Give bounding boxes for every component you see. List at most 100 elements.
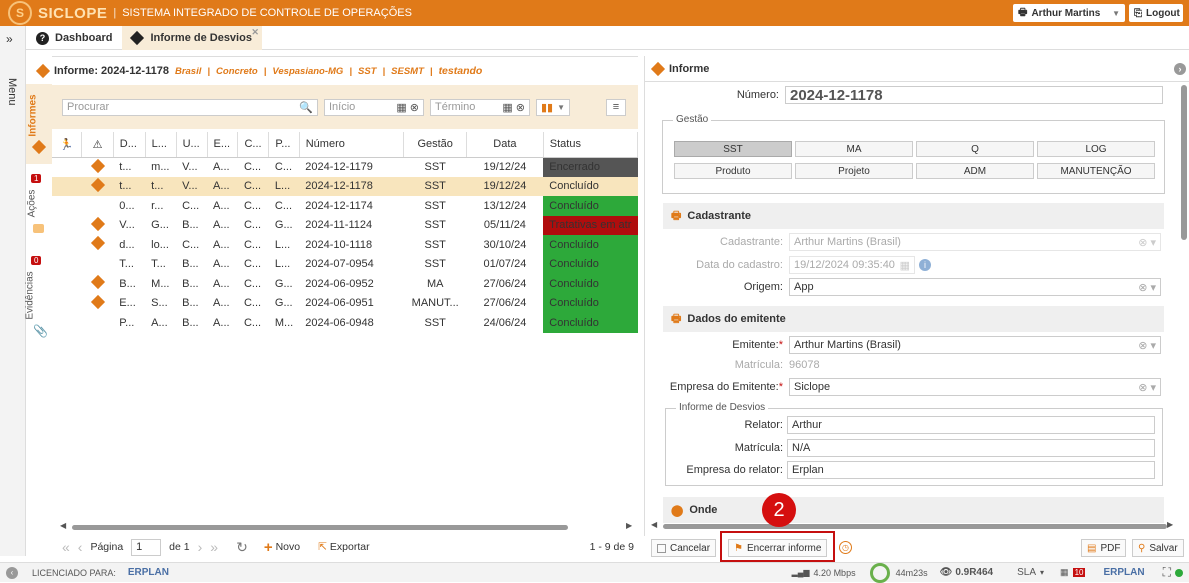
col-gestao[interactable]: Gestão xyxy=(403,132,468,158)
col-numero[interactable]: Número xyxy=(299,132,405,158)
collapse-left-icon[interactable]: ‹ xyxy=(6,566,18,579)
gestao-option-button[interactable]: Q xyxy=(916,141,1034,157)
vtab-informes[interactable]: Informes xyxy=(26,84,52,164)
clear-icon[interactable]: ⊗ ▾ xyxy=(1138,339,1156,352)
close-tab-icon[interactable]: ✕ xyxy=(251,27,259,38)
tab-dashboard[interactable]: ? Dashboard xyxy=(26,26,122,50)
gestao-option-button[interactable]: MA xyxy=(795,141,913,157)
last-page-icon[interactable]: » xyxy=(210,539,218,555)
user-menu-button[interactable]: 🖶 Arthur Martins ▼ xyxy=(1013,4,1125,22)
first-page-icon[interactable]: « xyxy=(62,539,70,555)
col-flag[interactable]: 🏃 xyxy=(52,132,83,158)
informe-title: Informe: 2024-12-1178 xyxy=(54,65,169,77)
table-row[interactable]: B... M... B... A... C... G... 2024-06-0952 MA 27… xyxy=(52,274,638,294)
col-p[interactable]: P... xyxy=(268,132,300,158)
section-dados-emitente[interactable]: 🖶 Dados do emitente xyxy=(663,306,1164,332)
vertical-scrollbar[interactable] xyxy=(1181,85,1187,240)
export-button[interactable]: ⇱ Exportar xyxy=(318,541,370,553)
detail-horizontal-scrollbar[interactable] xyxy=(663,524,1167,529)
chevron-down-icon[interactable]: ▾ xyxy=(1040,568,1044,577)
scroll-right-icon[interactable]: ▶ xyxy=(1167,520,1173,529)
grid-icon[interactable]: ▦ xyxy=(1060,567,1069,578)
location-pin-icon: ⬤ xyxy=(671,504,684,517)
horizontal-scrollbar[interactable] xyxy=(72,525,568,530)
col-data[interactable]: Data xyxy=(466,132,544,158)
section-onde[interactable]: ⬤ Onde xyxy=(663,497,1164,523)
gestao-option-button[interactable]: MANUTENÇÃO xyxy=(1037,163,1155,179)
cell-l: G... xyxy=(151,219,169,232)
gestao-option-button[interactable]: Projeto xyxy=(795,163,913,179)
detail-header: Informe › xyxy=(645,56,1189,82)
cell-e: A... xyxy=(213,238,230,251)
table-row[interactable]: t... t... V... A... C... L... 2024-12-1178 SST 1… xyxy=(52,176,638,196)
checklist-icon xyxy=(33,224,44,233)
matricula-row: Matrícula: 96078 xyxy=(645,359,820,371)
pdf-button[interactable]: ▤ PDF xyxy=(1081,539,1127,557)
table-row[interactable]: E... S... B... A... C... G... 2024-06-0951 MANU… xyxy=(52,293,638,313)
col-u[interactable]: U... xyxy=(176,132,208,158)
side-menu-label[interactable]: Menu xyxy=(6,78,18,106)
gestao-option-button[interactable]: LOG xyxy=(1037,141,1155,157)
notification-badge[interactable]: 10 xyxy=(1072,568,1086,577)
fullscreen-icon[interactable]: ⛶ xyxy=(1163,565,1171,580)
logout-button[interactable]: ⎘ Logout xyxy=(1129,4,1183,22)
vtab-acoes[interactable]: 1 Ações xyxy=(26,170,52,240)
scroll-left-icon[interactable]: ◀ xyxy=(60,521,66,530)
emitente-select[interactable]: Arthur Martins (Brasil) ⊗ ▾ xyxy=(789,336,1161,354)
page-input[interactable]: 1 xyxy=(131,538,162,556)
scroll-right-icon[interactable]: ▶ xyxy=(626,521,632,530)
side-menu[interactable]: » Menu xyxy=(0,26,26,556)
gestao-option-button[interactable]: Produto xyxy=(674,163,792,179)
end-date-field[interactable]: Término ▦ ⊗ xyxy=(430,98,530,116)
section-cadastrante[interactable]: 🖶 Cadastrante xyxy=(663,203,1164,229)
table-row[interactable]: T... T... B... A... C... L... 2024-07-0954 SST 0… xyxy=(52,254,638,274)
col-e[interactable]: E... xyxy=(207,132,239,158)
col-l[interactable]: L... xyxy=(145,132,177,158)
table-row[interactable]: t... m... V... A... C... C... 2024-12-1179 SST 1… xyxy=(52,157,638,177)
diamond-icon xyxy=(31,139,47,155)
collapse-icon[interactable]: › xyxy=(1174,62,1186,75)
col-status[interactable]: Status xyxy=(543,132,639,158)
table-row[interactable]: P... A... B... A... C... M... 2024-06-0948 SST 2… xyxy=(52,313,638,333)
gestao-option-button[interactable]: SST xyxy=(674,141,792,157)
search-input[interactable]: Procurar 🔍 xyxy=(62,98,318,116)
vtab-evidencias[interactable]: 0 Evidências 📎 xyxy=(25,254,52,340)
save-button[interactable]: ⚲ Salvar xyxy=(1132,539,1184,557)
matricula-relator-field[interactable]: N/A xyxy=(787,439,1155,457)
cell-l: m... xyxy=(151,161,170,173)
refresh-icon[interactable]: ↻ xyxy=(236,539,248,556)
cancel-button[interactable]: Cancelar xyxy=(651,539,717,557)
start-date-field[interactable]: Início ▦ ⊗ xyxy=(324,98,424,116)
numero-field[interactable]: 2024-12-1178 xyxy=(785,86,1163,104)
double-chevron-icon[interactable]: » xyxy=(6,32,13,46)
table-row[interactable]: V... G... B... A... C... G... 2024-11-1124 SST 0… xyxy=(52,215,638,235)
col-d[interactable]: D... xyxy=(113,132,146,158)
scroll-left-icon[interactable]: ◀ xyxy=(651,520,657,529)
table-header-row: 🏃 ⚠ D... L... U... E... C... P... Número… xyxy=(52,132,639,158)
cadastrante-row: Cadastrante: Arthur Martins (Brasil) ⊗ ▾ xyxy=(645,233,1161,251)
chart-dropdown[interactable]: ▮▮ ▼ xyxy=(536,98,570,116)
origem-select[interactable]: App ⊗ ▾ xyxy=(789,278,1161,296)
clock-icon[interactable]: ◷ xyxy=(839,541,852,554)
new-button[interactable]: + Novo xyxy=(264,539,300,556)
next-page-icon[interactable]: › xyxy=(198,539,203,555)
flag-cell xyxy=(52,196,82,216)
clear-icon[interactable]: ⊗ ▾ xyxy=(1138,281,1156,294)
relator-field[interactable]: Arthur xyxy=(787,416,1155,434)
brand-divider: | xyxy=(113,7,117,19)
info-icon[interactable]: i xyxy=(919,259,931,271)
tab-informe-desvios[interactable]: Informe de Desvios ✕ xyxy=(122,26,262,50)
sla-label[interactable]: SLA xyxy=(1017,567,1036,578)
clear-icon[interactable]: ⊗ ▾ xyxy=(1138,381,1156,394)
list-menu-button[interactable]: ≡ xyxy=(606,98,626,116)
gestao-option-button[interactable]: ADM xyxy=(916,163,1034,179)
tag-sector: SESMT xyxy=(391,65,424,77)
empresa-relator-field[interactable]: Erplan xyxy=(787,461,1155,479)
empresa-emitente-select[interactable]: Siclope ⊗ ▾ xyxy=(789,378,1161,396)
col-c[interactable]: C... xyxy=(237,132,270,158)
cadastrante-field: Arthur Martins (Brasil) ⊗ ▾ xyxy=(789,233,1161,251)
table-row[interactable]: d... lo... C... A... C... L... 2024-10-1118 SST… xyxy=(52,235,638,255)
col-type[interactable]: ⚠ xyxy=(81,132,114,158)
table-row[interactable]: 0... r... C... A... C... C... 2024-12-1174 SST 1… xyxy=(52,196,638,216)
prev-page-icon[interactable]: ‹ xyxy=(78,539,83,555)
